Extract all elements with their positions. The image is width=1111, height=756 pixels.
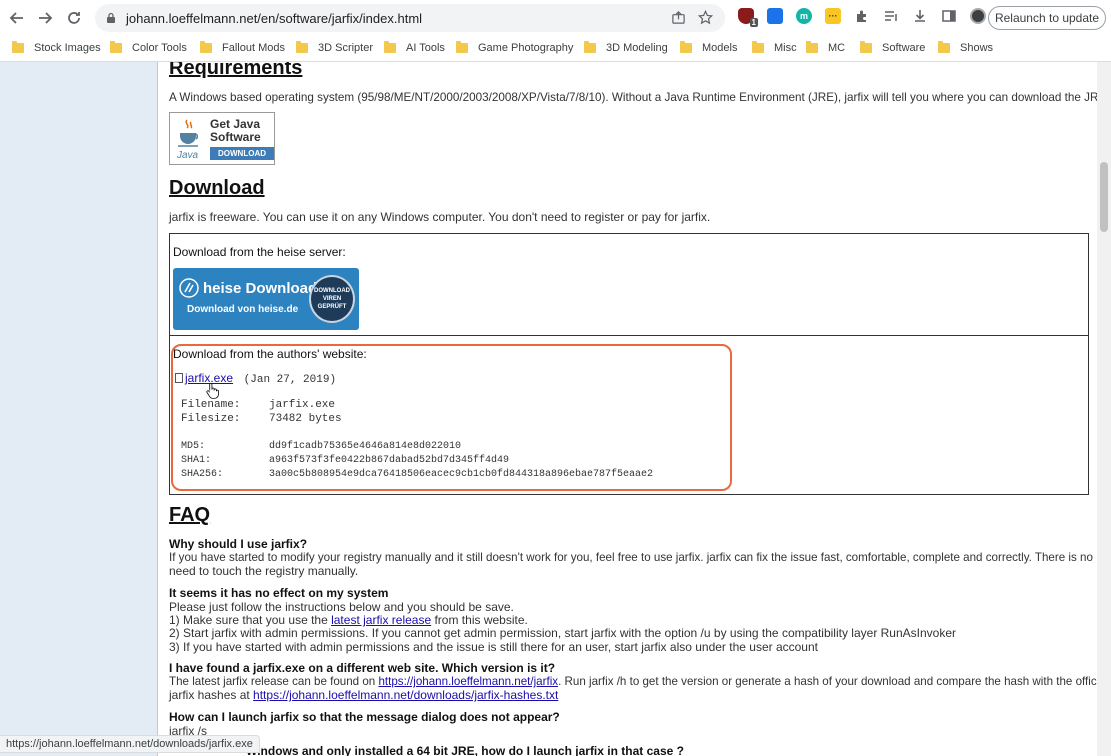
photo-extension-icon[interactable] <box>767 8 783 24</box>
bookmark-3d-scripter[interactable]: 3D Scripter <box>296 41 373 54</box>
requirements-text: A Windows based operating system (95/98/… <box>169 91 1110 104</box>
reload-button[interactable] <box>60 4 88 32</box>
profile-avatar-icon[interactable] <box>970 8 986 24</box>
web-page: Requirements A Windows based operating s… <box>0 62 1111 756</box>
heise-title: heise Download <box>203 280 318 297</box>
share-icon[interactable] <box>671 10 686 25</box>
yellow-extension-icon[interactable]: ··· <box>825 8 841 24</box>
file-download-line: jarfix.exe (Jan 27, 2019) <box>175 371 336 386</box>
download-heading: Download <box>169 177 265 199</box>
faq-question-5-partial: Windows and only installed a 64 bit JRE,… <box>246 744 684 756</box>
folder-icon <box>384 41 396 53</box>
bookmark-3d-modeling[interactable]: 3D Modeling <box>584 41 668 54</box>
heise-subtitle: Download von heise.de <box>187 304 299 315</box>
page-scrollbar[interactable] <box>1097 62 1111 756</box>
browser-toolbar: johann.loeffelmann.net/en/software/jarfi… <box>0 0 1111 36</box>
folder-icon <box>938 41 950 53</box>
address-bar[interactable]: johann.loeffelmann.net/en/software/jarfi… <box>95 4 725 32</box>
heise-label: Download from the heise server: <box>173 245 346 259</box>
heise-download-button[interactable]: heise Download Download von heise.de DOW… <box>173 268 359 330</box>
svg-text:Java: Java <box>176 150 199 161</box>
forward-arrow-icon <box>39 12 53 24</box>
jarfix-hashes-link[interactable]: https://johann.loeffelmann.net/downloads… <box>253 688 558 702</box>
back-button[interactable] <box>3 4 31 32</box>
virus-checked-badge: DOWNLOAD VIREN GEPRÜFT <box>309 275 355 323</box>
jarfix-page-link[interactable]: https://johann.loeffelmann.net/jarfix <box>378 675 558 688</box>
main-content: Requirements A Windows based operating s… <box>157 62 1109 756</box>
latest-release-link[interactable]: latest jarfix release <box>331 613 431 627</box>
faq-answer-2-line-2: 1) Make sure that you use the latest jar… <box>169 613 528 627</box>
scrollbar-thumb[interactable] <box>1100 162 1108 232</box>
folder-icon <box>584 41 596 53</box>
reload-icon <box>68 12 80 24</box>
get-java-button[interactable]: Java Get Java Software DOWNLOAD <box>169 112 275 165</box>
bookmarks-bar: Stock Images Color Tools Fallout Mods 3D… <box>0 36 1111 62</box>
download-table: Download from the heise server: heise Do… <box>169 233 1089 495</box>
bookmark-ai-tools[interactable]: AI Tools <box>384 41 445 54</box>
heise-logo-icon <box>179 278 199 298</box>
heise-download-row: Download from the heise server: heise Do… <box>170 234 1088 336</box>
hash-row-md5: MD5: dd9f1cadb75365e4646a814e8d022010 <box>181 441 462 452</box>
faq-question-2: It seems it has no effect on my system <box>169 586 389 600</box>
faq-answer-1-line-1: If you have started to modify your regis… <box>169 551 1093 564</box>
folder-icon <box>806 41 818 53</box>
folder-icon <box>12 41 24 53</box>
bookmark-shows[interactable]: Shows <box>938 41 993 54</box>
hash-row-filesize: Filesize: 73482 bytes <box>181 413 342 425</box>
puzzle-extensions-icon[interactable] <box>854 8 870 24</box>
java-download-label: DOWNLOAD <box>210 147 274 160</box>
java-cup-icon: Java <box>176 119 199 161</box>
extensions-row: 1 m ··· <box>738 8 986 27</box>
hand-cursor-icon <box>206 382 219 399</box>
extension-badge: 1 <box>749 18 758 27</box>
faq-question-1: Why should I use jarfix? <box>169 537 308 551</box>
faq-answer-1-line-2: need to touch the registry manually. <box>169 564 359 578</box>
ublock-extension-icon[interactable]: 1 <box>738 8 758 27</box>
m-extension-icon[interactable]: m <box>796 8 812 24</box>
side-panel-icon[interactable] <box>941 8 957 24</box>
folder-icon <box>680 41 692 53</box>
download-text: jarfix is freeware. You can use it on an… <box>169 210 711 224</box>
bookmark-misc[interactable]: Misc <box>752 41 797 54</box>
faq-answer-3-line-2: jarfix hashes at https://johann.loeffelm… <box>169 688 559 702</box>
url-text: johann.loeffelmann.net/en/software/jarfi… <box>126 10 423 26</box>
java-label: Get Java Software <box>210 117 261 144</box>
file-date: (Jan 27, 2019) <box>243 374 337 386</box>
lock-icon <box>107 12 115 23</box>
bookmark-color-tools[interactable]: Color Tools <box>110 41 187 54</box>
requirements-heading: Requirements <box>169 62 303 79</box>
faq-answer-2-line-3: 2) Start jarfix with admin permissions. … <box>169 626 957 640</box>
folder-icon <box>456 41 468 53</box>
hash-row-sha1: SHA1: a963f573f3fe0422b867dabad52bd7d345f… <box>181 455 510 466</box>
hash-row-sha256: SHA256: 3a00c5b808954e9dca76418506eacec9c… <box>181 469 654 480</box>
faq-heading: FAQ <box>169 504 211 526</box>
bookmark-game-photography[interactable]: Game Photography <box>456 41 573 54</box>
bookmark-fallout-mods[interactable]: Fallout Mods <box>200 41 285 54</box>
faq-question-3: I have found a jarfix.exe on a different… <box>169 661 556 675</box>
faq-answer-2-line-4: 3) If you have started with admin permis… <box>169 640 818 654</box>
reading-list-icon[interactable] <box>883 8 899 24</box>
bookmark-models[interactable]: Models <box>680 41 737 54</box>
link-status-bar: https://johann.loeffelmann.net/downloads… <box>0 735 260 753</box>
faq-answer-3-line-1: The latest jarfix release can be found o… <box>169 675 1109 688</box>
relaunch-button[interactable]: Relaunch to update <box>988 6 1106 30</box>
bookmark-stock-images[interactable]: Stock Images <box>12 41 101 54</box>
folder-icon <box>752 41 764 53</box>
hash-row-filename: Filename: jarfix.exe <box>181 399 336 411</box>
folder-icon <box>110 41 122 53</box>
folder-icon <box>860 41 872 53</box>
file-icon <box>175 373 183 383</box>
forward-button[interactable] <box>31 4 59 32</box>
folder-icon <box>200 41 212 53</box>
bookmark-star-icon[interactable] <box>698 10 713 25</box>
downloads-icon[interactable] <box>912 8 928 24</box>
back-arrow-icon <box>9 12 23 24</box>
faq-question-4: How can I launch jarfix so that the mess… <box>169 710 560 724</box>
faq-answer-2-line-1: Please just follow the instructions belo… <box>169 600 514 614</box>
bookmark-mc[interactable]: MC <box>806 41 845 54</box>
bookmark-software[interactable]: Software <box>860 41 925 54</box>
folder-icon <box>296 41 308 53</box>
